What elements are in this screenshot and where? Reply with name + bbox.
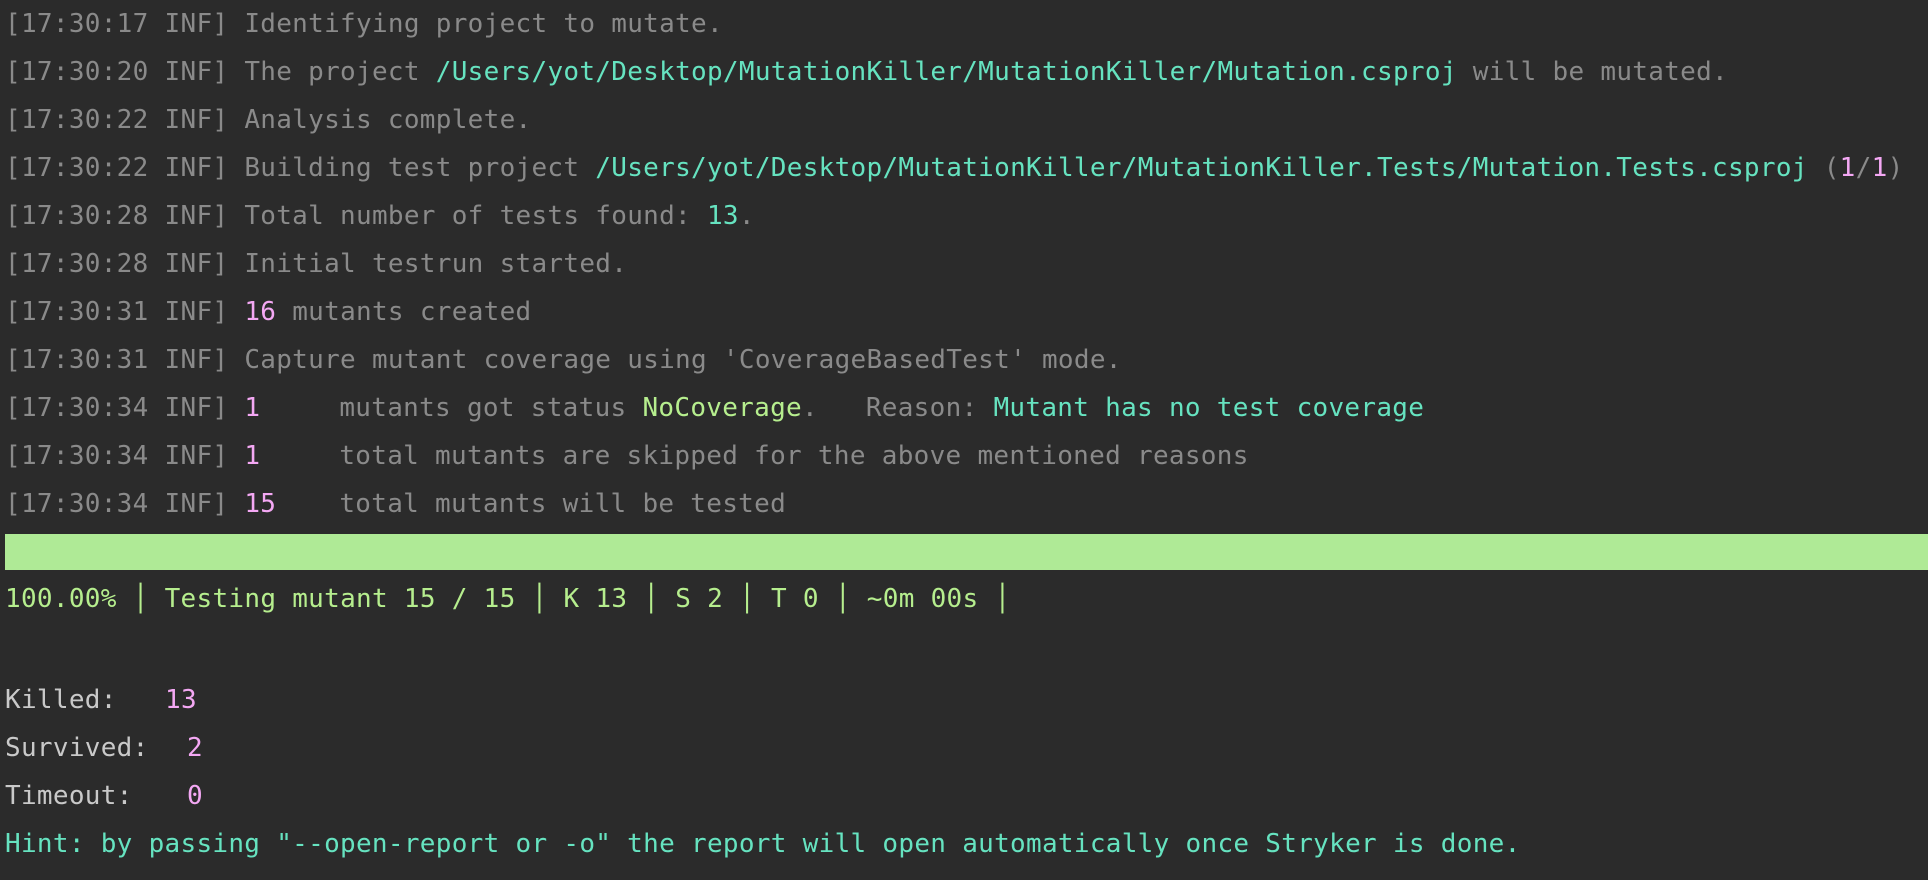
log-line: [17:30:22 INF] Analysis complete.: [0, 96, 1928, 144]
log-text: . Reason:: [802, 393, 994, 423]
progress-status-line: 100.00% │ Testing mutant 15 / 15 │ K 13 …: [0, 570, 1928, 628]
log-line: [17:30:31 INF] 16 mutants created: [0, 288, 1928, 336]
log-text: Total number of tests found:: [228, 201, 707, 231]
summary-survived: Survived: 2: [0, 724, 1928, 772]
progress-testing: Testing mutant 15 / 15: [164, 584, 516, 614]
log-text: Building test project: [228, 153, 596, 183]
log-text: Capture mutant coverage using 'CoverageB…: [228, 345, 1122, 375]
progress-bar: [5, 534, 1928, 570]
progress-eta: ~0m 00s: [866, 584, 979, 614]
separator: │: [643, 584, 660, 614]
log-text: /Users/yot/Desktop/MutationKiller/Mutati…: [435, 57, 1457, 87]
log-lines: [17:30:17 INF] Identifying project to mu…: [0, 0, 1928, 528]
log-text: .: [738, 201, 755, 231]
progress-bar-fill: [5, 534, 1928, 570]
summary-killed-label: Killed:: [5, 685, 117, 715]
log-text: 1: [1871, 153, 1888, 183]
progress-timeout: T 0: [771, 584, 819, 614]
log-timestamp: [17:30:34 INF]: [5, 393, 229, 423]
log-text: (: [1807, 153, 1840, 183]
log-text: Identifying project to mutate.: [228, 9, 723, 39]
log-line: [17:30:17 INF] Identifying project to mu…: [0, 0, 1928, 48]
hint-message: Hint: by passing "--open-report or -o" t…: [5, 829, 1521, 859]
log-text: 1: [244, 441, 261, 471]
log-text: Analysis complete.: [228, 105, 532, 135]
log-text: NoCoverage: [642, 393, 802, 423]
log-line: [17:30:34 INF] 15 total mutants will be t…: [0, 480, 1928, 528]
summary-killed: Killed: 13: [0, 676, 1928, 724]
separator: │: [739, 584, 756, 614]
summary-timeout-label: Timeout:: [5, 781, 133, 811]
progress-percent: 100.00%: [5, 584, 117, 614]
log-text: 1: [244, 393, 261, 423]
log-line: [17:30:34 INF] 1 mutants got status NoCov…: [0, 384, 1928, 432]
summary-survived-value: 2: [187, 733, 203, 763]
separator: │: [531, 584, 548, 614]
log-line: [17:30:28 INF] Total number of tests fou…: [0, 192, 1928, 240]
log-timestamp: [17:30:22 INF]: [5, 153, 229, 183]
log-text: Initial testrun started.: [228, 249, 628, 279]
log-timestamp: [17:30:28 INF]: [5, 249, 229, 279]
summary-killed-value: 13: [165, 685, 197, 715]
summary-timeout: Timeout: 0: [0, 772, 1928, 820]
log-text: 13: [706, 201, 739, 231]
log-line: [17:30:28 INF] Initial testrun started.: [0, 240, 1928, 288]
log-line: [17:30:20 INF] The project /Users/yot/De…: [0, 48, 1928, 96]
log-line: [17:30:22 INF] Building test project /Us…: [0, 144, 1928, 192]
log-text: will be mutated.: [1456, 57, 1728, 87]
summary-survived-label: Survived:: [5, 733, 149, 763]
log-text: 1: [1839, 153, 1856, 183]
log-timestamp: [17:30:34 INF]: [5, 489, 229, 519]
log-timestamp: [17:30:17 INF]: [5, 9, 229, 39]
log-text: total mutants will be tested: [339, 489, 787, 519]
log-text: /Users/yot/Desktop/MutationKiller/Mutati…: [595, 153, 1808, 183]
progress-survived: S 2: [675, 584, 724, 614]
log-text: 15: [244, 489, 277, 519]
log-timestamp: [17:30:34 INF]: [5, 441, 229, 471]
log-text: mutants created: [276, 297, 532, 327]
log-line: [17:30:31 INF] Capture mutant coverage u…: [0, 336, 1928, 384]
progress-killed: K 13: [563, 584, 628, 614]
log-timestamp: [17:30:31 INF]: [5, 297, 229, 327]
separator: │: [132, 584, 149, 614]
log-timestamp: [17:30:31 INF]: [5, 345, 229, 375]
log-timestamp: [17:30:20 INF]: [5, 57, 229, 87]
summary-timeout-value: 0: [187, 781, 203, 811]
log-text: ): [1887, 153, 1904, 183]
log-text: total mutants are skipped for the above …: [339, 441, 1249, 471]
log-timestamp: [17:30:28 INF]: [5, 201, 229, 231]
log-text: 16: [244, 297, 277, 327]
log-text: The project: [228, 57, 436, 87]
log-text: /: [1855, 153, 1872, 183]
log-line: [17:30:34 INF] 1 total mutants are skippe…: [0, 432, 1928, 480]
separator: │: [834, 584, 851, 614]
log-timestamp: [17:30:22 INF]: [5, 105, 229, 135]
terminal-output[interactable]: [17:30:17 INF] Identifying project to mu…: [0, 0, 1928, 880]
separator: │: [994, 584, 1011, 614]
log-text: Mutant has no test coverage: [993, 393, 1425, 423]
log-text: mutants got status: [339, 393, 643, 423]
